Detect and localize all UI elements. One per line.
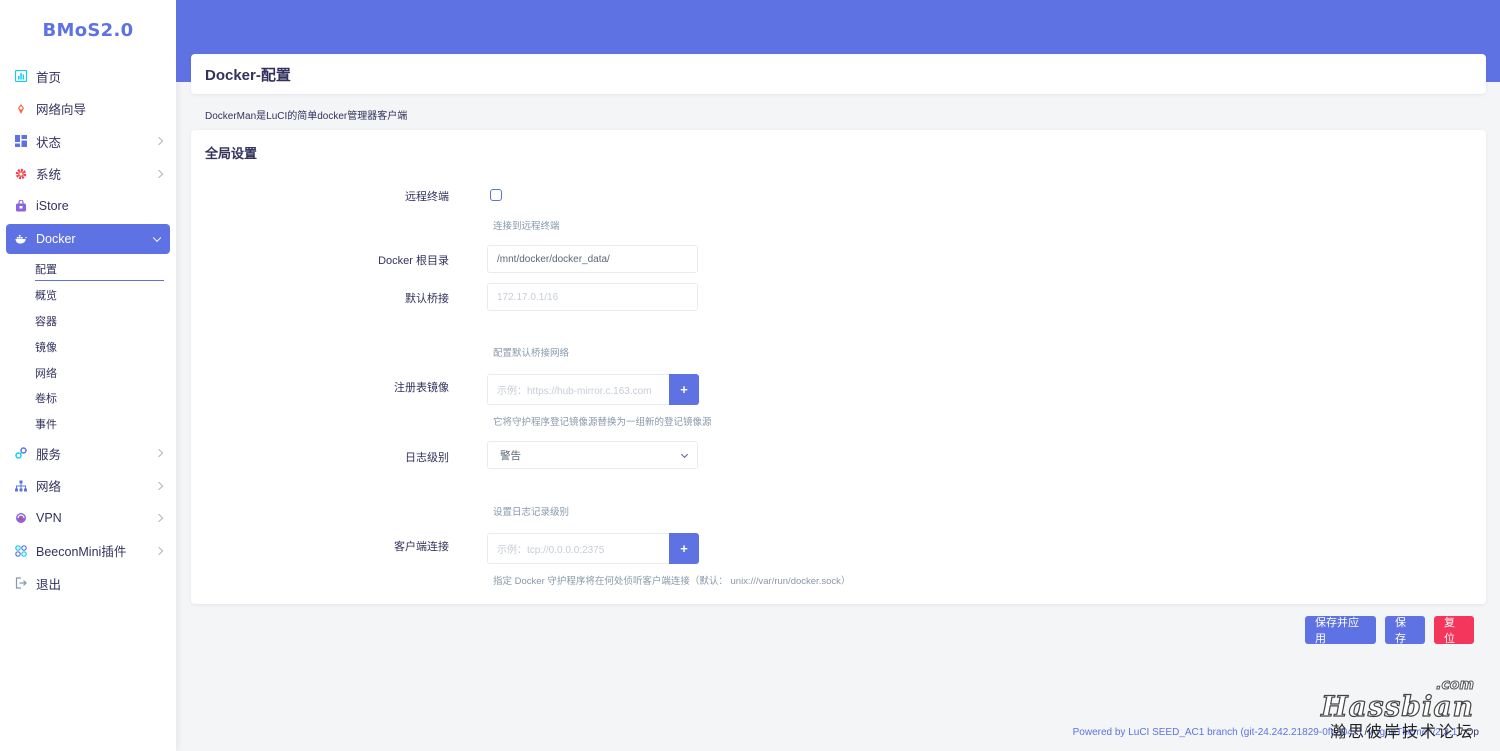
chevron-right-icon — [154, 137, 164, 146]
log-level-select[interactable]: 警告 — [487, 441, 698, 469]
docker-root-label: Docker 根目录 — [378, 255, 449, 267]
chevron-right-icon — [154, 514, 164, 523]
save-button[interactable]: 保存 — [1385, 616, 1425, 645]
default-bridge-help: 配置默认桥接网络 — [493, 348, 570, 359]
dashboard-icon — [15, 70, 27, 83]
sidebar-subitem-images[interactable]: 镜像 — [0, 334, 176, 360]
sidebar: BMoS2.0 首页 网络向导 状态 系统 iStore Docker 配置 概… — [0, 0, 176, 751]
sidebar-subitem-containers[interactable]: 容器 — [0, 308, 176, 334]
default-bridge-label: 默认桥接 — [405, 293, 449, 305]
client-conn-add-button[interactable]: + — [669, 533, 699, 564]
sidebar-item-label: BeeconMini插件 — [36, 545, 127, 560]
sidebar-subitem-volumes[interactable]: 卷标 — [0, 385, 176, 411]
store-icon — [15, 200, 27, 212]
plugin-icon — [15, 545, 27, 557]
remote-terminal-help: 连接到远程终端 — [493, 221, 560, 232]
save-apply-button[interactable]: 保存并应用 — [1305, 616, 1376, 645]
registry-mirror-help: 它将守护程序登记镜像源替换为一组新的登记镜像源 — [493, 417, 712, 428]
grid-icon — [15, 135, 27, 148]
sidebar-item-label: iStore — [36, 199, 69, 214]
sidebar-item-system[interactable]: 系统 — [0, 158, 176, 191]
log-level-help: 设置日志记录级别 — [493, 507, 570, 518]
registry-mirror-group: 示例：https://hub-mirror.c.163.com + — [487, 374, 699, 405]
registry-mirror-add-button[interactable]: + — [669, 374, 699, 405]
sidebar-item-beeconmini[interactable]: BeeconMini插件 — [0, 535, 176, 568]
client-conn-help: 指定 Docker 守护程序将在何处侦听客户端连接（默认： unix:///va… — [493, 576, 851, 587]
footer-powered-link[interactable]: Powered by LuCI SEED_AC1 branch (git-24.… — [1073, 727, 1362, 738]
docker-icon — [15, 233, 27, 245]
registry-mirror-input[interactable]: 示例：https://hub-mirror.c.163.com — [487, 374, 669, 405]
sidebar-subitem-events[interactable]: 事件 — [0, 411, 176, 437]
section-title: 全局设置 — [205, 146, 258, 161]
chevron-down-icon — [680, 450, 689, 459]
client-conn-input[interactable]: 示例：tcp://0.0.0.0:2375 — [487, 533, 669, 564]
sidebar-item-status[interactable]: 状态 — [0, 125, 176, 158]
chevron-right-icon — [154, 169, 164, 178]
docker-root-input[interactable]: /mnt/docker/docker_data/ — [487, 245, 698, 273]
client-conn-label: 客户端连接 — [394, 541, 449, 553]
chevron-down-icon — [152, 233, 162, 242]
watermark: .com Hassbian 瀚思彼岸技术论坛 — [1321, 678, 1475, 742]
sidebar-item-services[interactable]: 服务 — [0, 437, 176, 470]
sidebar-item-istore[interactable]: iStore — [0, 190, 176, 223]
docker-submenu: 配置 概览 容器 镜像 网络 卷标 事件 — [0, 255, 176, 438]
vpn-icon — [15, 512, 27, 524]
sidebar-subitem-overview[interactable]: 概览 — [0, 282, 176, 308]
sidebar-item-home[interactable]: 首页 — [0, 60, 176, 93]
log-level-label: 日志级别 — [405, 452, 449, 464]
page-description: DockerMan是LuCI的简单docker管理器客户端 — [205, 111, 408, 122]
watermark-subtitle: 瀚思彼岸技术论坛 — [1329, 722, 1474, 741]
sidebar-item-label: 状态 — [36, 135, 62, 150]
sidebar-item-label: 退出 — [36, 577, 62, 592]
sidebar-item-logout[interactable]: 退出 — [0, 567, 176, 600]
page-title: Docker-配置 — [205, 66, 291, 84]
sidebar-item-network[interactable]: 网络 — [0, 470, 176, 503]
wizard-icon — [15, 103, 27, 115]
sidebar-item-label: 系统 — [36, 168, 62, 183]
brand-logo[interactable]: BMoS2.0 — [0, 0, 176, 60]
sidebar-item-label: 服务 — [36, 447, 62, 462]
chevron-right-icon — [154, 546, 164, 556]
sidebar-subitem-config[interactable]: 配置 — [0, 257, 176, 283]
sidebar-item-label: 首页 — [36, 70, 62, 85]
sidebar-item-docker[interactable]: Docker — [6, 223, 170, 254]
form-actions: 保存并应用 保存 复位 — [1305, 616, 1474, 645]
services-icon — [15, 447, 27, 460]
sidebar-subitem-networks[interactable]: 网络 — [0, 360, 176, 386]
logout-icon — [15, 577, 27, 589]
sidebar-item-label: 网络 — [36, 480, 62, 495]
remote-terminal-label: 远程终端 — [405, 191, 449, 203]
main-content: Docker-配置 DockerMan是LuCI的简单docker管理器客户端 … — [176, 0, 1500, 751]
default-bridge-input[interactable]: 172.17.0.1/16 — [487, 283, 698, 311]
gear-icon — [15, 168, 27, 180]
network-icon — [15, 480, 27, 492]
remote-terminal-checkbox[interactable] — [490, 189, 502, 201]
global-settings-card: 全局设置 远程终端 连接到远程终端 Docker 根目录 /mnt/docker… — [191, 130, 1486, 604]
reset-button[interactable]: 复位 — [1434, 616, 1474, 645]
sidebar-item-vpn[interactable]: VPN — [0, 502, 176, 535]
chevron-right-icon — [154, 449, 164, 458]
registry-mirror-label: 注册表镜像 — [394, 382, 449, 394]
sidebar-item-wizard[interactable]: 网络向导 — [0, 93, 176, 126]
sidebar-item-label: VPN — [36, 511, 62, 526]
sidebar-nav: 首页 网络向导 状态 系统 iStore Docker 配置 概览 容器 镜像 … — [0, 60, 176, 600]
page-title-card: Docker-配置 — [191, 54, 1486, 94]
watermark-logo: Hassbian — [1321, 690, 1474, 723]
sidebar-item-label: Docker — [36, 231, 76, 246]
log-level-value: 警告 — [500, 449, 521, 462]
chevron-right-icon — [154, 481, 164, 491]
client-conn-group: 示例：tcp://0.0.0.0:2375 + — [487, 533, 699, 564]
sidebar-item-label: 网络向导 — [36, 103, 87, 118]
